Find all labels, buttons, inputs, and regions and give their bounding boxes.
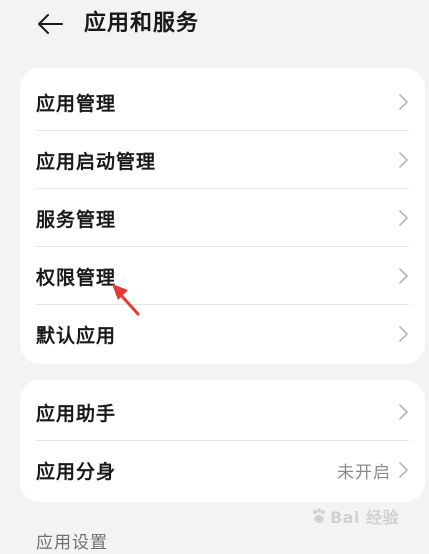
- app-services-page: 应用和服务 应用管理 应用启动管理 服务管理 权限管理 默认应用 应用助手 应用…: [0, 0, 429, 554]
- menu-item-label: 服务管理: [36, 208, 117, 231]
- settings-group-2: 应用助手 应用分身 未开启: [20, 380, 425, 502]
- menu-item-permission-management[interactable]: 权限管理: [20, 247, 425, 305]
- menu-item-label: 应用管理: [36, 92, 117, 115]
- chevron-right-icon: [399, 268, 408, 284]
- chevron-right-icon: [399, 462, 408, 478]
- chevron-right-icon: [399, 326, 408, 342]
- menu-item-app-management[interactable]: 应用管理: [20, 73, 425, 131]
- menu-item-label: 应用助手: [36, 402, 117, 425]
- chevron-right-icon: [399, 404, 408, 420]
- menu-item-default-apps[interactable]: 默认应用: [20, 305, 425, 363]
- back-button[interactable]: [30, 8, 70, 40]
- arrow-left-icon: [38, 14, 63, 34]
- paw-icon: [312, 508, 325, 523]
- app-twin-status: 未开启: [337, 462, 391, 483]
- settings-group-1: 应用管理 应用启动管理 服务管理 权限管理 默认应用: [20, 68, 425, 364]
- menu-item-label: 应用启动管理: [36, 150, 157, 173]
- menu-item-service-management[interactable]: 服务管理: [20, 189, 425, 247]
- chevron-right-icon: [399, 152, 408, 168]
- watermark: Bai 经验: [310, 504, 399, 528]
- menu-item-app-launch-management[interactable]: 应用启动管理: [20, 131, 425, 189]
- menu-item-app-assistant[interactable]: 应用助手: [20, 383, 425, 441]
- menu-item-label: 应用分身: [36, 460, 117, 483]
- page-title: 应用和服务: [84, 11, 200, 36]
- menu-item-app-twin[interactable]: 应用分身 未开启: [20, 441, 425, 499]
- chevron-right-icon: [399, 94, 408, 110]
- menu-item-label: 权限管理: [36, 266, 117, 289]
- menu-item-label: 默认应用: [36, 324, 117, 347]
- watermark-text: Bai 经验: [329, 508, 399, 527]
- section-title-app-settings: 应用设置: [36, 533, 108, 553]
- chevron-right-icon: [399, 210, 408, 226]
- header: 应用和服务: [0, 0, 429, 52]
